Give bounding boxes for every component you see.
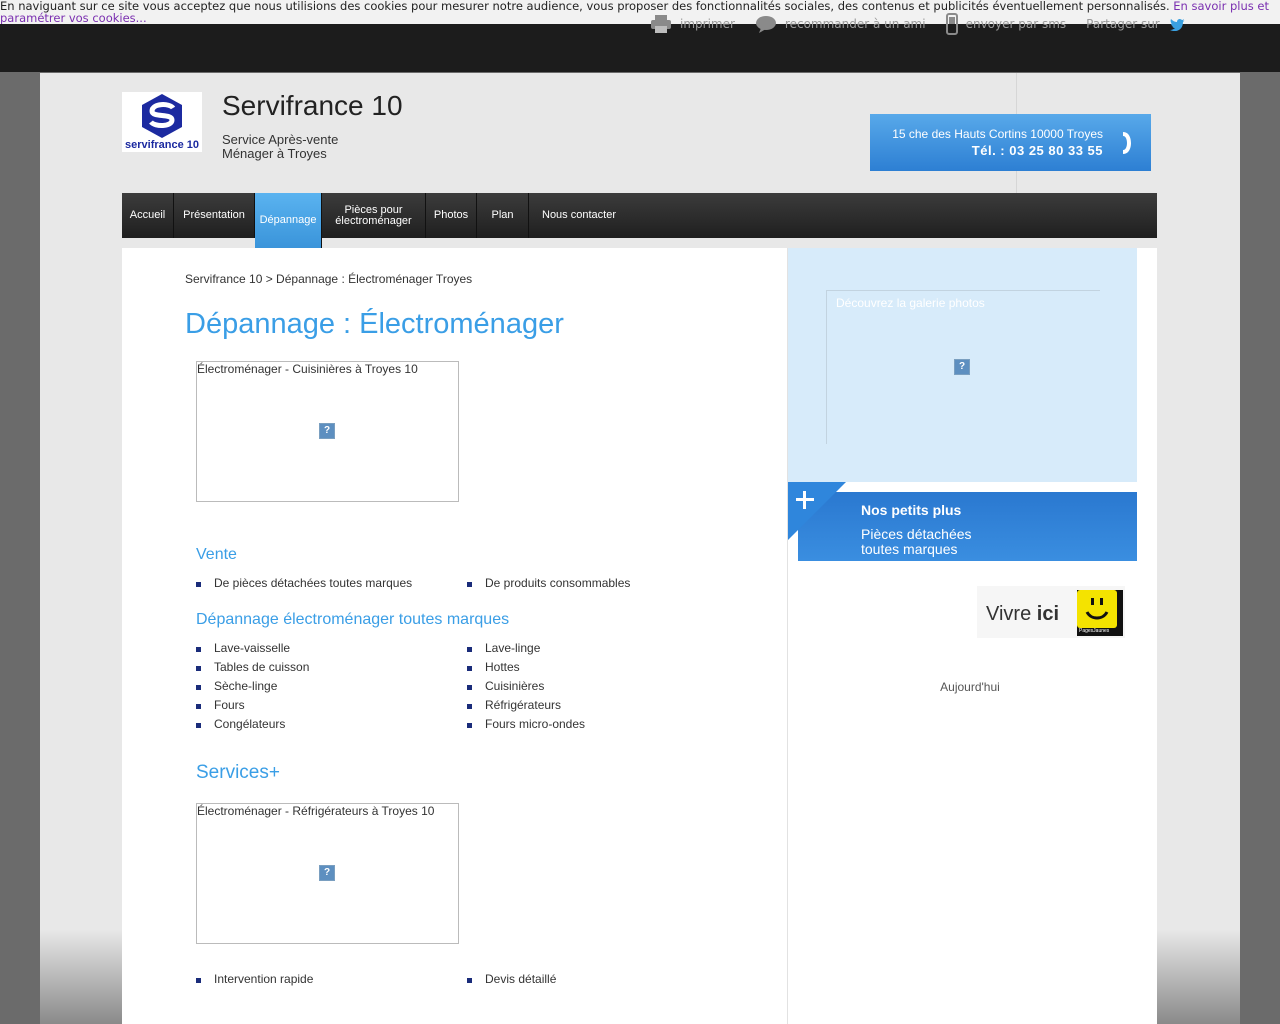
vente-list-left: De pièces détachées toutes marques (196, 574, 412, 593)
site-title: Servifrance 10 (222, 90, 403, 121)
nav-label: Pièces pour (344, 203, 403, 216)
vivre-label: Vivre (986, 603, 1032, 625)
site-subtitle: Service Après-vente Ménager à Troyes (222, 133, 338, 161)
image-caption: Électroménager - Réfrigérateurs à Troyes… (197, 804, 435, 818)
share-label: Partager sur (1086, 17, 1160, 31)
nav-item-presentation[interactable]: Présentation (174, 193, 255, 238)
today-label: Aujourd'hui (940, 680, 1000, 694)
image-cuisinieres[interactable]: Électroménager - Cuisinières à Troyes 10… (196, 361, 459, 502)
main-nav: Accueil Présentation Dépannage Pièces po… (122, 193, 1157, 248)
list-item: Hottes (467, 658, 585, 677)
nav-label: Dépannage (259, 214, 317, 226)
nav-label: Plan (491, 209, 514, 221)
petits-plus-line-1: Pièces détachées (861, 526, 972, 542)
list-item: De produits consommables (467, 574, 630, 593)
print-link[interactable]: imprimer (650, 14, 735, 34)
nav-label: Photos (433, 209, 469, 221)
main-content: Servifrance 10 > Dépannage : Électroména… (122, 248, 787, 1024)
list-item: Fours (196, 696, 309, 715)
list-item: Lave-linge (467, 639, 585, 658)
list-item: Intervention rapide (196, 970, 313, 989)
broken-image-icon: ? (319, 865, 335, 881)
list-item: Devis détaillé (467, 970, 556, 989)
vivre-ici-text: Vivre ici (986, 603, 1059, 626)
nav-label: électroménager (335, 214, 412, 227)
image-caption: Électroménager - Cuisinières à Troyes 10 (197, 362, 418, 376)
petits-plus-line-2: toutes marques (861, 541, 958, 557)
vivre-ici-badge[interactable]: Vivre ici PagesJaunes (977, 586, 1125, 638)
logo-text: servifrance 10 (125, 139, 199, 151)
nav-label: Nous contacter (542, 209, 616, 221)
page-title: Dépannage : Électroménager (185, 308, 564, 340)
list-item: Fours micro-ondes (467, 715, 585, 734)
pagesjaunes-label: PagesJaunes (1079, 628, 1110, 634)
smiley-icon (1077, 590, 1117, 628)
services-list-left: Intervention rapide (196, 970, 313, 989)
list-item: Cuisinières (467, 677, 585, 696)
subtitle-line-2: Ménager à Troyes (222, 146, 327, 161)
subtitle-line-1: Service Après-vente (222, 132, 339, 147)
nav-item-contact[interactable]: Nous contacter (529, 193, 629, 238)
section-title-depannage: Dépannage électroménager toutes marques (196, 611, 510, 628)
nav-label: Accueil (129, 209, 166, 221)
list-item: Lave-vaisselle (196, 639, 309, 658)
depannage-list-right: Lave-linge Hottes Cuisinières Réfrigérat… (467, 639, 585, 734)
site-logo[interactable]: servifrance 10 (122, 92, 202, 152)
gallery-caption[interactable]: Découvrez la galerie photos (836, 296, 985, 310)
recommend-label: recommander à un ami (784, 17, 926, 31)
photo-gallery[interactable]: Découvrez la galerie photos ? (788, 248, 1137, 482)
phone-icon (1123, 132, 1131, 154)
section-title-vente: Vente (196, 546, 237, 563)
image-refrigerateurs[interactable]: Électroménager - Réfrigérateurs à Troyes… (196, 803, 459, 944)
list-item: Tables de cuisson (196, 658, 309, 677)
nav-item-pieces[interactable]: Pièces pour électroménager (322, 193, 426, 238)
petits-plus-box: Nos petits plus Pièces détachées toutes … (798, 492, 1137, 561)
breadcrumb[interactable]: Servifrance 10 > Dépannage : Électroména… (185, 272, 472, 286)
sms-link[interactable]: envoyer par sms (945, 13, 1067, 35)
petits-plus-title: Nos petits plus (861, 502, 962, 518)
pagesjaunes-logo: PagesJaunes (1077, 590, 1123, 636)
share-toolbar: imprimer recommander à un ami envoyer pa… (650, 12, 1214, 36)
nav-item-accueil[interactable]: Accueil (122, 193, 174, 238)
petits-plus-text: Pièces détachées toutes marques (861, 527, 972, 557)
share-link: Partager sur (1086, 17, 1194, 31)
nav-label: Présentation (183, 209, 245, 221)
nav-item-plan[interactable]: Plan (477, 193, 529, 238)
sidebar: Découvrez la galerie photos ? Nos petits… (787, 248, 1157, 1024)
mobile-phone-icon (945, 13, 958, 35)
list-item: Congélateurs (196, 715, 309, 734)
plus-icon (788, 482, 846, 540)
twitter-icon[interactable] (1169, 18, 1186, 31)
nav-item-depannage[interactable]: Dépannage (255, 193, 322, 248)
section-title-services: Services+ (196, 762, 280, 783)
list-item: De pièces détachées toutes marques (196, 574, 412, 593)
contact-box: 15 che des Hauts Cortins 10000 Troyes Té… (870, 114, 1151, 171)
broken-image-icon: ? (319, 423, 335, 439)
services-list-right: Devis détaillé (467, 970, 556, 989)
sms-label: envoyer par sms (965, 17, 1067, 31)
servifrance-logo-icon (142, 94, 182, 138)
printer-icon (651, 15, 671, 33)
depannage-list-left: Lave-vaisselle Tables de cuisson Sèche-l… (196, 639, 309, 734)
recommend-link[interactable]: recommander à un ami (755, 14, 926, 34)
broken-image-icon: ? (954, 359, 970, 375)
list-item: Réfrigérateurs (467, 696, 585, 715)
list-item: Sèche-linge (196, 677, 309, 696)
print-label: imprimer (680, 17, 735, 31)
vivre-bold-label: ici (1036, 603, 1060, 625)
speech-bubble-icon (755, 16, 776, 33)
nav-item-photos[interactable]: Photos (426, 193, 477, 238)
contact-phone[interactable]: Tél. : 03 25 80 33 55 (870, 143, 1103, 158)
vente-list-right: De produits consommables (467, 574, 630, 593)
contact-address: 15 che des Hauts Cortins 10000 Troyes (892, 127, 1103, 141)
